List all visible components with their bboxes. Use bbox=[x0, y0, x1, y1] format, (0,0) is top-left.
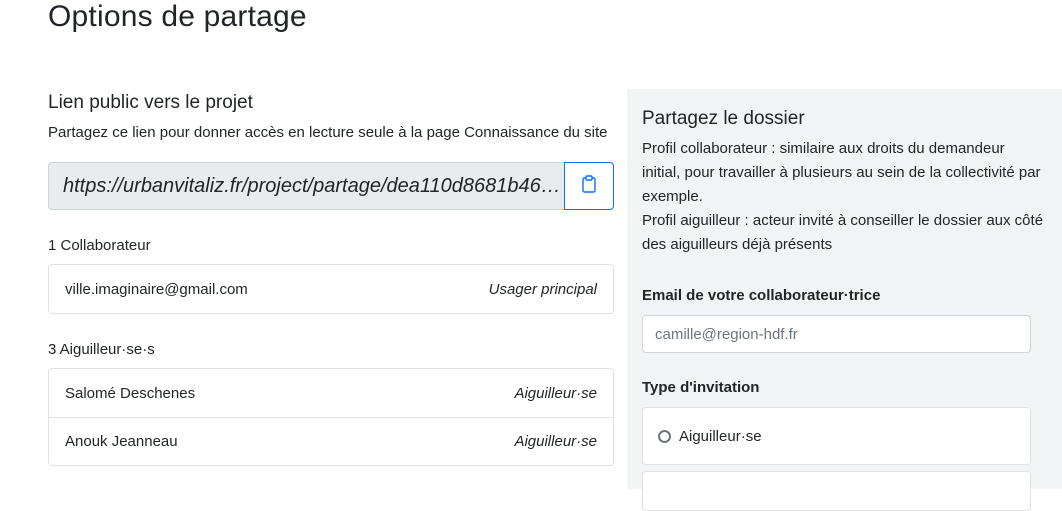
public-link-section: Lien public vers le projet Partagez ce l… bbox=[48, 90, 614, 466]
collaborator-email: ville.imaginaire@gmail.com bbox=[65, 280, 248, 298]
advisors-count-label: 3 Aiguilleur·se·s bbox=[48, 341, 155, 358]
share-panel-description: Profil collaborateur : similaire aux dro… bbox=[642, 137, 1046, 257]
invitation-option-next[interactable] bbox=[642, 471, 1031, 511]
email-label: Email de votre collaborateur·trice bbox=[642, 287, 881, 304]
invitation-option-label: Aiguilleur·se bbox=[679, 427, 762, 445]
collaborators-list: ville.imaginaire@gmail.com Usager princi… bbox=[48, 264, 614, 314]
list-item: Anouk Jeanneau Aiguilleur·se bbox=[49, 417, 613, 465]
public-link-title: Lien public vers le projet bbox=[48, 92, 253, 113]
email-field[interactable] bbox=[642, 315, 1031, 353]
collaborator-profile-description: Profil collaborateur : similaire aux dro… bbox=[642, 140, 1041, 205]
advisor-name: Anouk Jeanneau bbox=[65, 433, 178, 450]
clipboard-icon bbox=[582, 174, 596, 198]
invitation-option-advisor[interactable]: Aiguilleur·se bbox=[642, 407, 1031, 465]
advisor-profile-description: Profil aiguilleur : acteur invité à cons… bbox=[642, 212, 1044, 253]
page-title: Options de partage bbox=[48, 0, 307, 34]
public-link-row: https://urbanvitaliz.fr/project/partage/… bbox=[48, 162, 614, 210]
share-panel: Partagez le dossier Profil collaborateur… bbox=[627, 89, 1062, 511]
advisor-role: Aiguilleur·se bbox=[514, 433, 597, 450]
collaborators-count-label: 1 Collaborateur bbox=[48, 237, 151, 254]
invitation-type-label: Type d'invitation bbox=[642, 379, 760, 396]
advisor-name: Salomé Deschenes bbox=[65, 384, 196, 402]
radio-icon[interactable] bbox=[658, 429, 671, 443]
list-item: Salomé Deschenes Aiguilleur·se bbox=[49, 369, 613, 417]
list-item: ville.imaginaire@gmail.com Usager princi… bbox=[49, 265, 613, 313]
public-link-description: Partagez ce lien pour donner accès en le… bbox=[48, 124, 608, 141]
public-link-field[interactable]: https://urbanvitaliz.fr/project/partage/… bbox=[48, 162, 564, 210]
share-panel-title: Partagez le dossier bbox=[642, 108, 805, 129]
advisor-role: Aiguilleur·se bbox=[514, 384, 597, 402]
copy-link-button[interactable] bbox=[564, 162, 614, 210]
advisors-list: Salomé Deschenes Aiguilleur·se Anouk Jea… bbox=[48, 368, 614, 466]
collaborator-role: Usager principal bbox=[488, 280, 597, 298]
